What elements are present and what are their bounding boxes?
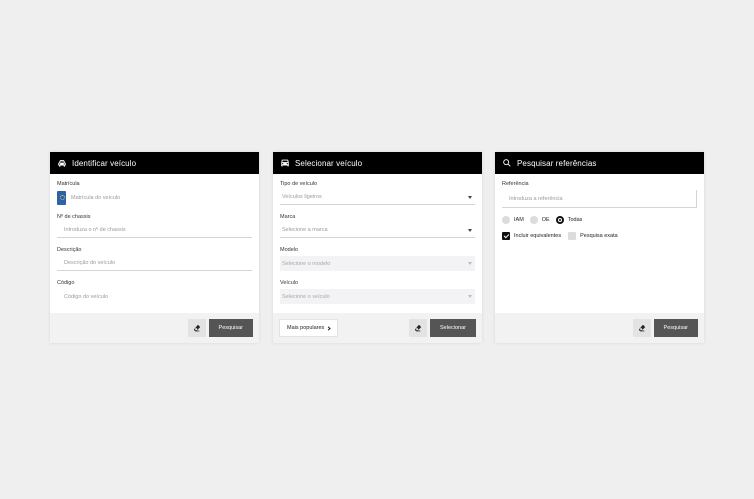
brand-field: Marca Selecione a marca [280,214,475,238]
chevron-down-icon [468,195,472,199]
search-icon [503,159,511,167]
select-vehicle-body: Tipo de veículo Veículos ligeiros Marca … [273,174,482,313]
clear-button[interactable] [409,319,427,337]
brand-label: Marca [280,214,296,220]
plate-field: Matrícula Matrícula do veículo [57,181,252,205]
select-vehicle-title: Selecionar veículo [295,158,363,168]
select-vehicle-header: Selecionar veículo [273,152,482,174]
car-icon [58,160,66,167]
radio-all-label: Todas [567,217,583,223]
description-field: Descrição Descrição do veículo [57,247,252,271]
search-references-header: Pesquisar referências [495,152,704,174]
select-vehicle-footer: Mais populares Selecionar [273,313,482,343]
reference-input[interactable]: Introduza a referência [502,190,697,208]
reference-type-radios: IAM OE Todas [502,216,697,224]
include-equivalents-label: Incluir equivalentes [514,233,562,239]
eraser-icon [415,325,421,332]
include-equivalents-checkbox[interactable]: Incluir equivalentes [502,232,561,240]
exact-search-checkbox[interactable]: Pesquisa exata [568,232,618,240]
vehicle-type-value: Veículos ligeiros [282,194,322,200]
chevron-right-icon [326,325,331,331]
reference-label: Referência [502,181,529,187]
exact-search-box [568,232,577,240]
model-field: Modelo Selecione o modelo [280,247,475,271]
model-select[interactable]: Selecione o modelo [280,256,475,271]
code-input[interactable]: Código do veículo [57,289,252,304]
vehicle-type-select[interactable]: Veículos ligeiros [280,190,475,205]
popular-vehicles-button[interactable]: Mais populares [279,319,339,337]
radio-iam[interactable]: IAM [502,216,524,224]
search-references-card: Pesquisar referências Referência Introdu… [495,152,704,343]
vehicle-label: Veículo [280,280,299,286]
search-references-body: Referência Introduza a referência IAM OE… [495,174,704,313]
clear-button[interactable] [632,319,651,337]
radio-oe-indicator [529,216,538,224]
vehicle-field: Veículo Selecione o veículo [280,280,475,304]
eraser-icon [193,325,200,332]
code-field: Código Código do veículo [57,280,252,304]
eu-flag-icon [57,190,66,205]
description-input[interactable]: Descrição do veículo [57,256,252,271]
radio-iam-indicator [502,216,510,224]
vehicle-type-label: Tipo de veículo [280,181,318,187]
identify-vehicle-footer: Pesquisar [50,313,259,343]
plate-placeholder: Matrícula do veículo [71,194,121,201]
identify-search-button[interactable]: Pesquisar [208,319,253,337]
identify-vehicle-title: Identificar veículo [72,158,137,168]
model-value: Selecione o modelo [282,260,331,267]
identify-vehicle-card: Identificar veículo Matrícula Matrícula … [50,152,259,343]
vin-label: Nº de chassis [57,214,91,220]
select-vehicle-actions: Selecionar [409,319,476,337]
radio-all[interactable]: Todas [555,216,583,224]
description-label: Descrição [57,247,82,253]
search-references-title: Pesquisar referências [517,158,597,168]
radio-oe-label: OE [541,217,550,223]
radio-iam-label: IAM [514,217,524,223]
radio-all-indicator [555,216,564,224]
clear-button[interactable] [187,319,206,337]
select-vehicle-card: Selecionar veículo Tipo de veículo Veícu… [273,152,482,343]
brand-value: Selecione a marca [282,227,328,233]
model-label: Modelo [280,247,299,253]
car-front-icon [281,159,289,167]
reference-options: Incluir equivalentes Pesquisa exata [502,232,697,240]
exact-search-label: Pesquisa exata [580,233,618,239]
plate-input[interactable]: Matrícula do veículo [57,190,252,205]
select-vehicle-button[interactable]: Selecionar [430,319,476,337]
plate-label: Matrícula [57,181,80,187]
identify-vehicle-body: Matrícula Matrícula do veículo Nº de cha… [50,174,259,313]
search-references-footer: Pesquisar [495,313,704,343]
chevron-down-icon [468,295,472,298]
chevron-down-icon [468,228,472,232]
radio-oe[interactable]: OE [529,216,550,224]
vehicle-value: Selecione o veículo [282,293,330,300]
brand-select[interactable]: Selecione a marca [280,223,475,238]
include-equivalents-box [502,232,510,240]
identify-vehicle-header: Identificar veículo [50,152,259,174]
vin-field: Nº de chassis Introduza o nº de chassis [57,214,252,238]
vehicle-type-field: Tipo de veículo Veículos ligeiros [280,181,475,205]
vin-input[interactable]: Introduza o nº de chassis [57,223,252,238]
vehicle-select[interactable]: Selecione o veículo [280,289,475,304]
popular-vehicles-label: Mais populares [287,325,325,331]
code-label: Código [57,280,75,286]
chevron-down-icon [468,262,472,265]
eraser-icon [638,325,645,332]
references-search-button[interactable]: Pesquisar [653,319,698,337]
